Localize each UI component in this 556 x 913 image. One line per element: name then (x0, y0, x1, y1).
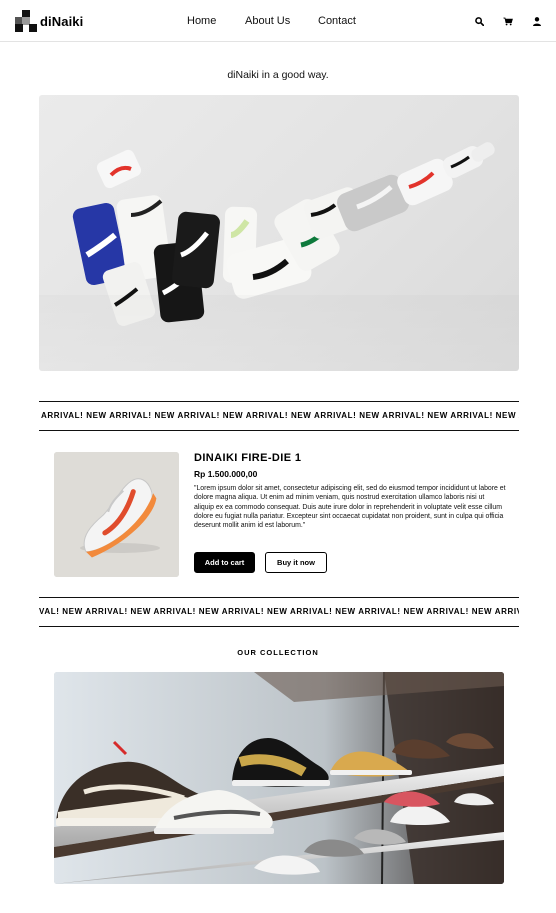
product-actions: Add to cart Buy it now (194, 552, 327, 573)
user-icon[interactable] (530, 14, 544, 28)
marquee-top-text: ARRIVAL! NEW ARRIVAL! NEW ARRIVAL! NEW A… (41, 411, 519, 420)
navbar: diNaiki Home About Us Contact (0, 0, 556, 42)
nav-link-about-us[interactable]: About Us (245, 15, 290, 27)
search-icon[interactable] (472, 14, 486, 28)
product-image (54, 452, 179, 577)
nav-link-contact[interactable]: Contact (318, 15, 356, 27)
nav-link-home[interactable]: Home (187, 15, 216, 27)
nav-icons (457, 14, 544, 28)
buy-now-button[interactable]: Buy it now (265, 552, 327, 573)
marquee-top: ARRIVAL! NEW ARRIVAL! NEW ARRIVAL! NEW A… (39, 401, 519, 431)
product-title: DINAIKI FIRE-DIE 1 (194, 452, 302, 464)
marquee-bottom: VAL! NEW ARRIVAL! NEW ARRIVAL! NEW ARRIV… (39, 597, 519, 627)
cart-icon[interactable] (501, 14, 515, 28)
product-description: "Lorem ipsum dolor sit amet, consectetur… (194, 485, 506, 530)
marquee-bottom-text: VAL! NEW ARRIVAL! NEW ARRIVAL! NEW ARRIV… (39, 607, 519, 616)
add-to-cart-button[interactable]: Add to cart (194, 552, 255, 573)
collection-title: OUR COLLECTION (237, 648, 319, 657)
collection-image (54, 672, 504, 884)
tagline: diNaiki in a good way. (227, 69, 329, 81)
product-price: Rp 1.500.000,00 (194, 469, 258, 479)
product-info: DINAIKI FIRE-DIE 1 Rp 1.500.000,00 "Lore… (194, 452, 506, 530)
hero-sneakers-image (39, 95, 519, 371)
